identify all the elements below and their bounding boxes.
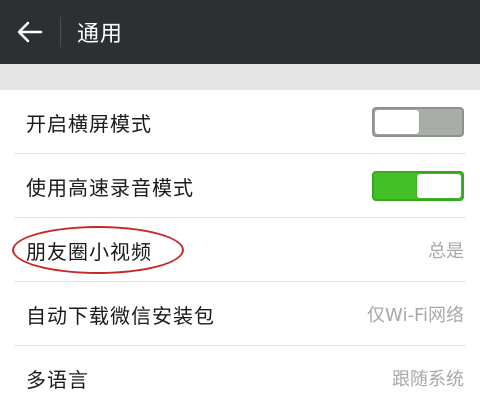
- back-button[interactable]: [0, 0, 60, 64]
- setting-label: 自动下载微信安装包: [26, 303, 215, 328]
- setting-moments-video[interactable]: 朋友圈小视频 总是: [0, 218, 480, 282]
- setting-language[interactable]: 多语言 跟随系统: [0, 346, 480, 410]
- setting-landscape-mode[interactable]: 开启横屏模式: [0, 90, 480, 154]
- setting-label: 多语言: [26, 367, 89, 392]
- top-bar: 通用: [0, 0, 480, 64]
- high-speed-recording-toggle[interactable]: [372, 171, 464, 201]
- page-title: 通用: [77, 22, 124, 47]
- arrow-left-icon: [17, 21, 43, 43]
- toggle-knob: [375, 110, 419, 134]
- setting-high-speed-recording[interactable]: 使用高速录音模式: [0, 154, 480, 218]
- setting-value: 总是: [428, 241, 464, 262]
- setting-label: 朋友圈小视频: [26, 239, 152, 264]
- setting-auto-download-package[interactable]: 自动下载微信安装包 仅Wi-Fi网络: [0, 282, 480, 346]
- header-divider: [60, 17, 61, 47]
- setting-value: 仅Wi-Fi网络: [367, 305, 464, 326]
- section-gap: [0, 64, 480, 90]
- landscape-mode-toggle[interactable]: [372, 107, 464, 137]
- setting-value: 跟随系统: [392, 369, 464, 390]
- toggle-knob: [417, 174, 461, 198]
- setting-label: 开启横屏模式: [26, 111, 152, 136]
- settings-list: 开启横屏模式 使用高速录音模式 朋友圈小视频 总是 自动下载微信安装包 仅Wi-…: [0, 90, 480, 410]
- setting-label: 使用高速录音模式: [26, 175, 194, 200]
